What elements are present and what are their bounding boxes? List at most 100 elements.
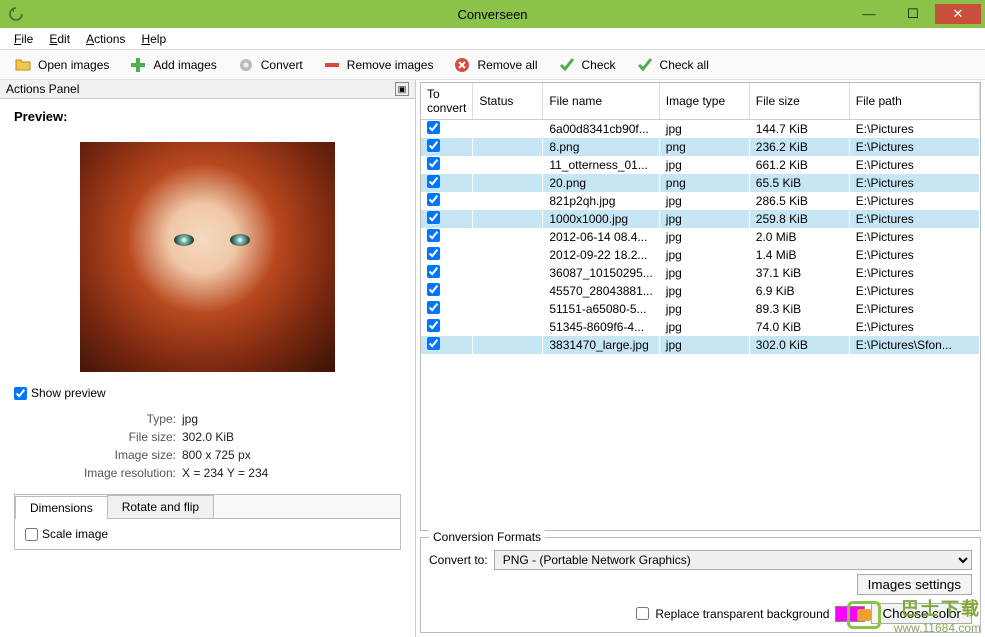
images-settings-button[interactable]: Images settings: [857, 574, 972, 595]
table-row[interactable]: 45570_28043881...jpg6.9 KiBE:\Pictures: [421, 282, 980, 300]
table-row[interactable]: 2012-09-22 18.2...jpg1.4 MiBE:\Pictures: [421, 246, 980, 264]
col-header-image-type[interactable]: Image type: [659, 83, 749, 120]
row-status: [473, 174, 543, 192]
row-file-path: E:\Pictures\Sfon...: [849, 336, 979, 354]
table-row[interactable]: 821p2qh.jpgjpg286.5 KiBE:\Pictures: [421, 192, 980, 210]
menubar: File Edit Actions Help: [0, 28, 985, 50]
file-list-container[interactable]: To convert Status File name Image type F…: [420, 82, 981, 531]
cancel-icon: [453, 56, 471, 74]
row-checkbox[interactable]: [427, 211, 440, 224]
menu-edit-label: dit: [57, 32, 70, 46]
col-header-status[interactable]: Status: [473, 83, 543, 120]
filesize-value: 302.0 KiB: [182, 430, 234, 444]
detach-panel-button[interactable]: ▣: [395, 82, 409, 96]
row-file-path: E:\Pictures: [849, 228, 979, 246]
scale-image-checkbox[interactable]: [25, 528, 38, 541]
row-file-size: 144.7 KiB: [749, 120, 849, 139]
row-file-name: 3831470_large.jpg: [543, 336, 659, 354]
row-checkbox[interactable]: [427, 301, 440, 314]
row-file-size: 6.9 KiB: [749, 282, 849, 300]
close-button[interactable]: ✕: [935, 4, 981, 24]
table-row[interactable]: 36087_10150295...jpg37.1 KiBE:\Pictures: [421, 264, 980, 282]
row-file-name: 36087_10150295...: [543, 264, 659, 282]
row-file-path: E:\Pictures: [849, 264, 979, 282]
row-file-path: E:\Pictures: [849, 318, 979, 336]
open-images-button[interactable]: Open images: [6, 54, 117, 76]
row-image-type: jpg: [659, 228, 749, 246]
table-row[interactable]: 11_otterness_01...jpg661.2 KiBE:\Picture…: [421, 156, 980, 174]
convert-to-dropdown[interactable]: PNG - (Portable Network Graphics): [494, 550, 972, 570]
row-file-size: 259.8 KiB: [749, 210, 849, 228]
menu-actions[interactable]: Actions: [78, 30, 133, 48]
preview-heading: Preview:: [14, 109, 401, 124]
right-panel: To convert Status File name Image type F…: [416, 80, 985, 637]
convert-to-label: Convert to:: [429, 553, 488, 567]
table-row[interactable]: 51345-8609f6-4...jpg74.0 KiBE:\Pictures: [421, 318, 980, 336]
replace-background-checkbox[interactable]: [636, 607, 649, 620]
folder-open-icon: [14, 56, 32, 74]
row-checkbox[interactable]: [427, 283, 440, 296]
row-image-type: jpg: [659, 192, 749, 210]
background-color-swatch[interactable]: [835, 606, 865, 622]
row-checkbox[interactable]: [427, 193, 440, 206]
row-checkbox[interactable]: [427, 265, 440, 278]
row-checkbox[interactable]: [427, 139, 440, 152]
table-row[interactable]: 3831470_large.jpgjpg302.0 KiBE:\Pictures…: [421, 336, 980, 354]
row-file-name: 2012-09-22 18.2...: [543, 246, 659, 264]
table-row[interactable]: 51151-a65080-5...jpg89.3 KiBE:\Pictures: [421, 300, 980, 318]
tab-dimensions[interactable]: Dimensions: [15, 496, 108, 519]
col-header-to-convert[interactable]: To convert: [421, 83, 473, 120]
actions-panel-title: Actions Panel: [6, 82, 395, 96]
table-row[interactable]: 8.pngpng236.2 KiBE:\Pictures: [421, 138, 980, 156]
row-file-name: 1000x1000.jpg: [543, 210, 659, 228]
maximize-button[interactable]: ☐: [891, 4, 935, 24]
row-status: [473, 318, 543, 336]
row-checkbox[interactable]: [427, 175, 440, 188]
col-header-file-path[interactable]: File path: [849, 83, 979, 120]
row-checkbox[interactable]: [427, 157, 440, 170]
show-preview-checkbox[interactable]: [14, 387, 27, 400]
add-images-button[interactable]: Add images: [121, 54, 224, 76]
image-info-table: Type:jpg File size:302.0 KiB Image size:…: [14, 410, 401, 482]
row-file-name: 45570_28043881...: [543, 282, 659, 300]
menu-file[interactable]: File: [6, 30, 41, 48]
menu-help[interactable]: Help: [133, 30, 174, 48]
col-header-file-size[interactable]: File size: [749, 83, 849, 120]
row-status: [473, 264, 543, 282]
row-checkbox[interactable]: [427, 337, 440, 350]
scale-image-label: Scale image: [42, 527, 108, 541]
choose-color-button[interactable]: Choose color: [871, 603, 972, 624]
remove-images-label: Remove images: [347, 58, 434, 72]
row-status: [473, 228, 543, 246]
toolbar: Open images Add images Convert Remove im…: [0, 50, 985, 80]
resolution-label: Image resolution:: [14, 466, 182, 480]
minimize-button[interactable]: —: [847, 4, 891, 24]
check-button[interactable]: Check: [550, 54, 624, 76]
check-all-button[interactable]: Check all: [628, 54, 717, 76]
window-controls: — ☐ ✕: [847, 4, 981, 24]
row-checkbox[interactable]: [427, 229, 440, 242]
menu-edit[interactable]: Edit: [41, 30, 78, 48]
remove-all-button[interactable]: Remove all: [445, 54, 545, 76]
row-checkbox[interactable]: [427, 247, 440, 260]
tab-rotate-flip[interactable]: Rotate and flip: [107, 495, 214, 518]
table-row[interactable]: 2012-06-14 08.4...jpg2.0 MiBE:\Pictures: [421, 228, 980, 246]
minus-icon: [323, 56, 341, 74]
convert-button[interactable]: Convert: [229, 54, 311, 76]
row-checkbox[interactable]: [427, 319, 440, 332]
app-icon: [8, 6, 24, 22]
row-checkbox[interactable]: [427, 121, 440, 134]
check-all-label: Check all: [660, 58, 709, 72]
open-images-label: Open images: [38, 58, 109, 72]
table-row[interactable]: 20.pngpng65.5 KiBE:\Pictures: [421, 174, 980, 192]
table-row[interactable]: 6a00d8341cb90f...jpg144.7 KiBE:\Pictures: [421, 120, 980, 139]
check-icon: [558, 56, 576, 74]
row-file-path: E:\Pictures: [849, 192, 979, 210]
remove-images-button[interactable]: Remove images: [315, 54, 442, 76]
row-file-size: 65.5 KiB: [749, 174, 849, 192]
replace-background-label: Replace transparent background: [655, 607, 829, 621]
col-header-file-name[interactable]: File name: [543, 83, 659, 120]
row-file-name: 51345-8609f6-4...: [543, 318, 659, 336]
row-file-path: E:\Pictures: [849, 174, 979, 192]
table-row[interactable]: 1000x1000.jpgjpg259.8 KiBE:\Pictures: [421, 210, 980, 228]
